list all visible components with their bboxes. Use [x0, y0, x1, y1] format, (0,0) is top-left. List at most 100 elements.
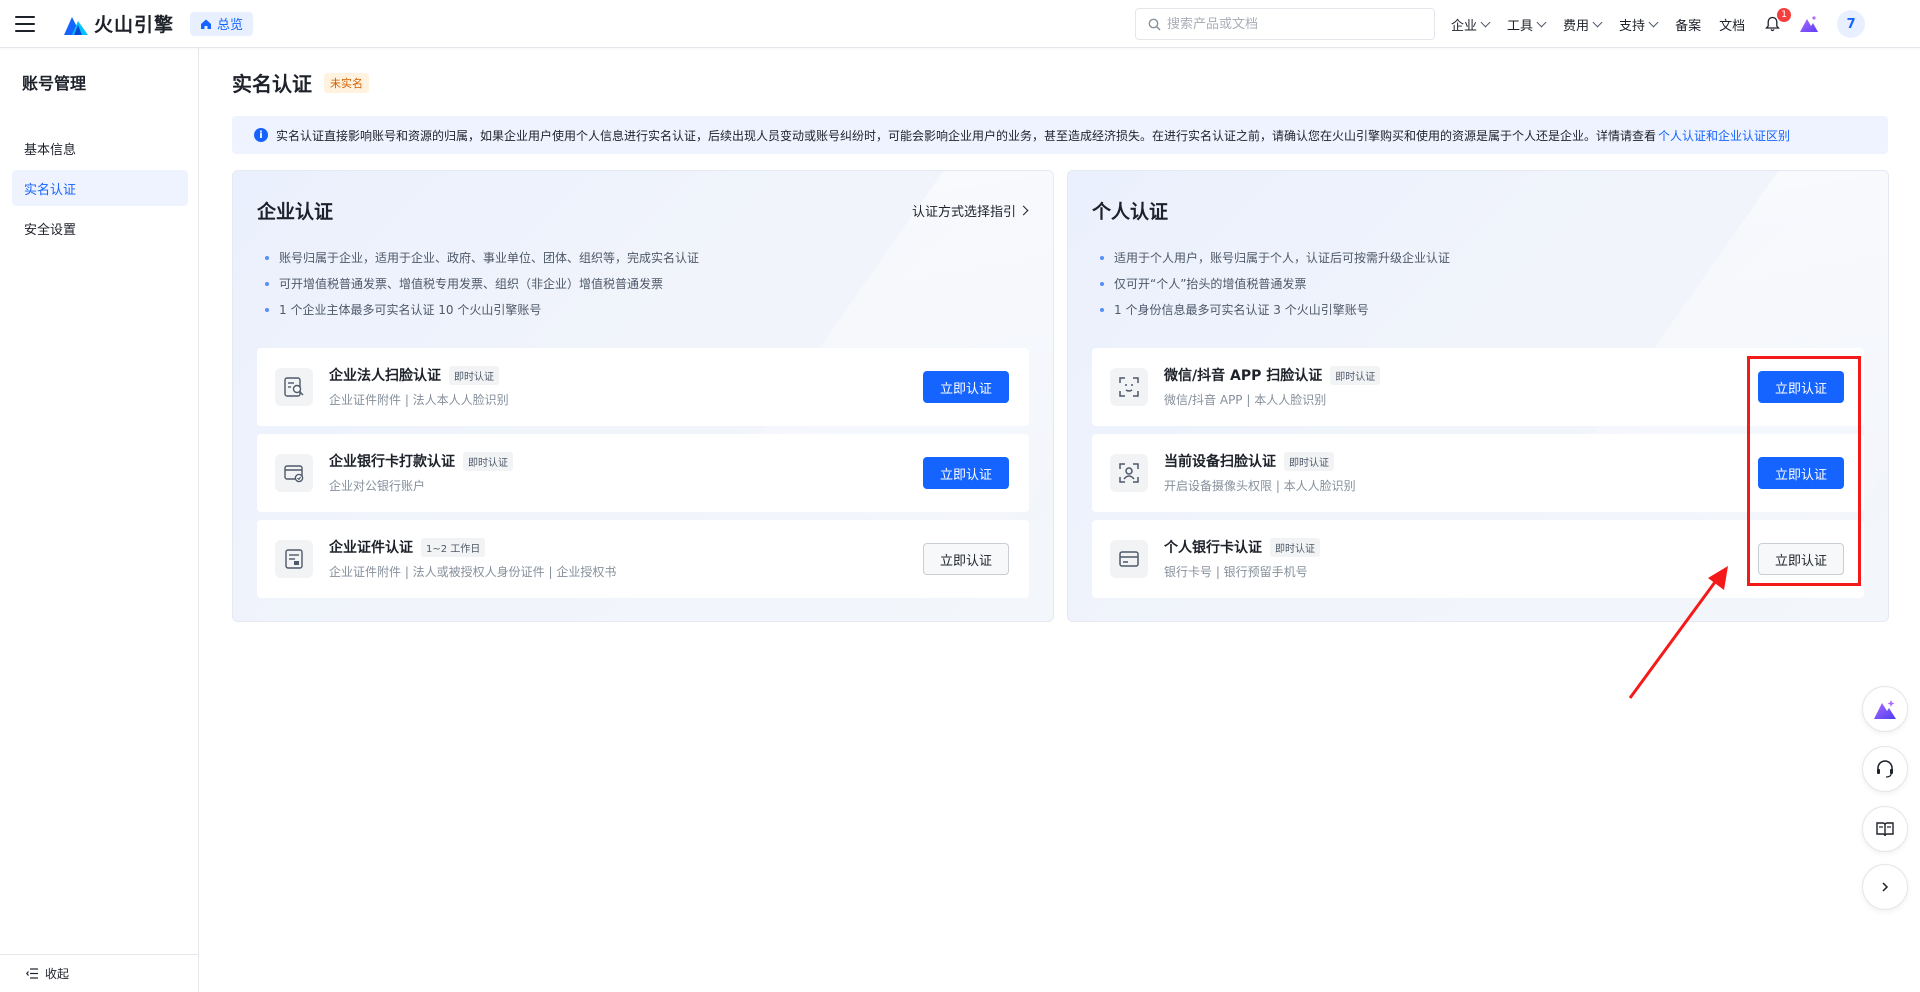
collapse-icon [26, 968, 38, 979]
status-badge: 未实名 [324, 72, 369, 93]
card-title: 企业证件认证 1~2 工作日 [329, 537, 486, 557]
bullet-item: 账号归属于企业，适用于企业、政府、事业单位、团体、组织等，完成实名认证 [265, 245, 699, 271]
card-title-text: 企业法人扫脸认证 [329, 368, 441, 384]
chevron-down-icon [1480, 17, 1491, 27]
ai-mountain-icon[interactable] [1799, 15, 1819, 33]
verify-now-button[interactable]: 立即认证 [923, 543, 1009, 575]
card-subtitle: 银行卡号 | 银行预留手机号 [1164, 565, 1308, 579]
expand-tools-button[interactable] [1862, 864, 1908, 910]
verify-now-button[interactable]: 立即认证 [923, 371, 1009, 403]
certificate-document-icon [275, 540, 313, 578]
chevron-down-icon [1648, 17, 1659, 27]
menu-icon[interactable] [15, 15, 35, 32]
ai-assistant-button[interactable] [1862, 686, 1908, 732]
search-box[interactable] [1135, 8, 1435, 40]
enterprise-bullets: 账号归属于企业，适用于企业、政府、事业单位、团体、组织等，完成实名认证 可开增值… [265, 245, 699, 323]
docs-book-icon [1876, 822, 1894, 837]
instant-tag: 即时认证 [1284, 451, 1334, 471]
face-scan-icon [1110, 454, 1148, 492]
bullet-item: 1 个企业主体最多可实名认证 10 个火山引擎账号 [265, 297, 699, 323]
bullet-item: 可开增值税普通发票、增值税专用发票、组织（非企业）增值税普通发票 [265, 271, 699, 297]
notice-link[interactable]: 个人认证和企业认证区别 [1658, 127, 1790, 144]
card-title: 企业法人扫脸认证 即时认证 [329, 365, 499, 385]
selection-guide-link[interactable]: 认证方式选择指引 [911, 201, 1029, 220]
card-title: 当前设备扫脸认证 即时认证 [1164, 451, 1334, 471]
card-subtitle: 微信/抖音 APP | 本人人脸识别 [1164, 393, 1327, 407]
sidebar-item-basic-info[interactable]: 基本信息 [12, 130, 188, 166]
nav-filing-label: 备案 [1675, 18, 1702, 34]
nav-docs[interactable]: 文档 [1719, 15, 1745, 34]
collapse-label: 收起 [45, 967, 70, 981]
top-bar: 火山引擎 总览 企业 工具 费用 支持 备案 文档 1 7 [0, 0, 1920, 48]
duration-tag: 1~2 工作日 [421, 537, 486, 557]
scan-qr-icon [1110, 368, 1148, 406]
volcano-logo-icon [64, 16, 88, 35]
brand-name: 火山引擎 [94, 14, 175, 36]
bank-card-transfer-icon [275, 454, 313, 492]
customer-service-icon [1877, 760, 1893, 778]
nav-billing[interactable]: 费用 [1563, 15, 1603, 34]
nav-enterprise[interactable]: 企业 [1451, 15, 1491, 34]
verify-now-button[interactable]: 立即认证 [923, 457, 1009, 489]
bullet-item: 1 个身份信息最多可实名认证 3 个火山引擎账号 [1100, 297, 1450, 323]
nav-enterprise-label: 企业 [1451, 18, 1478, 34]
enterprise-panel: 企业认证 认证方式选择指引 账号归属于企业，适用于企业、政府、事业单位、团体、组… [232, 170, 1054, 622]
nav-support-label: 支持 [1619, 18, 1646, 34]
face-scan-document-icon [275, 368, 313, 406]
card-title: 个人银行卡认证 即时认证 [1164, 537, 1320, 557]
card-subtitle: 企业对公银行账户 [329, 479, 426, 493]
home-icon [201, 19, 212, 29]
enterprise-card-face-scan: 企业法人扫脸认证 即时认证 企业证件附件 | 法人本人人脸识别 立即认证 [257, 348, 1029, 426]
nav-tools[interactable]: 工具 [1507, 15, 1547, 34]
nav-billing-label: 费用 [1563, 18, 1590, 34]
card-title: 企业银行卡打款认证 即时认证 [329, 451, 513, 471]
notice-text: 实名认证直接影响账号和资源的归属，如果企业用户使用个人信息进行实名认证，后续出现… [276, 128, 1657, 143]
card-subtitle: 企业证件附件 | 法人或被授权人身份证件 | 企业授权书 [329, 565, 617, 579]
enterprise-card-bank-transfer: 企业银行卡打款认证 即时认证 企业对公银行账户 立即认证 [257, 434, 1029, 512]
card-title-text: 当前设备扫脸认证 [1164, 454, 1276, 470]
instant-tag: 即时认证 [449, 365, 499, 385]
notification-badge: 1 [1777, 8, 1792, 22]
personal-bullets: 适用于个人用户，账号归属于个人，认证后可按需升级企业认证 仅可开“个人”抬头的增… [1100, 245, 1450, 323]
card-title-text: 企业银行卡打款认证 [329, 454, 455, 470]
chevron-down-icon [1592, 17, 1603, 27]
page-title-text: 实名认证 [232, 72, 312, 96]
sidebar-item-real-name[interactable]: 实名认证 [12, 170, 188, 206]
sidebar-title: 账号管理 [22, 74, 87, 93]
card-subtitle: 企业证件附件 | 法人本人人脸识别 [329, 393, 509, 407]
bullet-item: 仅可开“个人”抬头的增值税普通发票 [1100, 271, 1450, 297]
bullet-item: 适用于个人用户，账号归属于个人，认证后可按需升级企业认证 [1100, 245, 1450, 271]
collapse-sidebar-button[interactable]: 收起 [0, 954, 198, 992]
overview-button[interactable]: 总览 [190, 11, 254, 36]
sidebar-item-security[interactable]: 安全设置 [12, 210, 188, 246]
bank-card-icon [1110, 540, 1148, 578]
instant-tag: 即时认证 [1330, 365, 1381, 385]
nav-docs-label: 文档 [1719, 18, 1746, 34]
notification-button[interactable]: 1 [1763, 8, 1792, 33]
info-icon: i [254, 128, 268, 142]
personal-title: 个人认证 [1092, 201, 1169, 223]
nav-tools-label: 工具 [1507, 18, 1534, 34]
card-title: 微信/抖音 APP 扫脸认证 即时认证 [1164, 365, 1381, 385]
notice-banner: i 实名认证直接影响账号和资源的归属，如果企业用户使用个人信息进行实名认证，后续… [232, 116, 1888, 154]
nav-support[interactable]: 支持 [1619, 15, 1659, 34]
guide-link-label: 认证方式选择指引 [911, 205, 1016, 220]
search-input[interactable] [1167, 16, 1407, 32]
annotation-highlight-box [1747, 356, 1861, 586]
top-nav: 企业 工具 费用 支持 备案 文档 1 7 [1451, 0, 1866, 48]
nav-filing[interactable]: 备案 [1675, 15, 1701, 34]
sidebar: 账号管理 基本信息 实名认证 安全设置 收起 [0, 48, 199, 992]
brand-logo[interactable]: 火山引擎 [64, 10, 174, 37]
customer-service-button[interactable] [1862, 746, 1908, 792]
docs-button[interactable] [1862, 806, 1908, 852]
card-title-text: 企业证件认证 [329, 540, 413, 556]
expand-chevron-icon [1882, 882, 1889, 892]
card-title-text: 微信/抖音 APP 扫脸认证 [1164, 368, 1323, 384]
enterprise-title: 企业认证 [257, 201, 334, 223]
instant-tag: 即时认证 [1270, 537, 1320, 557]
search-icon [1148, 18, 1161, 30]
card-subtitle: 开启设备摄像头权限 | 本人人脸识别 [1164, 479, 1356, 493]
avatar[interactable]: 7 [1837, 10, 1866, 38]
chevron-down-icon [1536, 17, 1547, 27]
overview-label: 总览 [217, 18, 244, 33]
